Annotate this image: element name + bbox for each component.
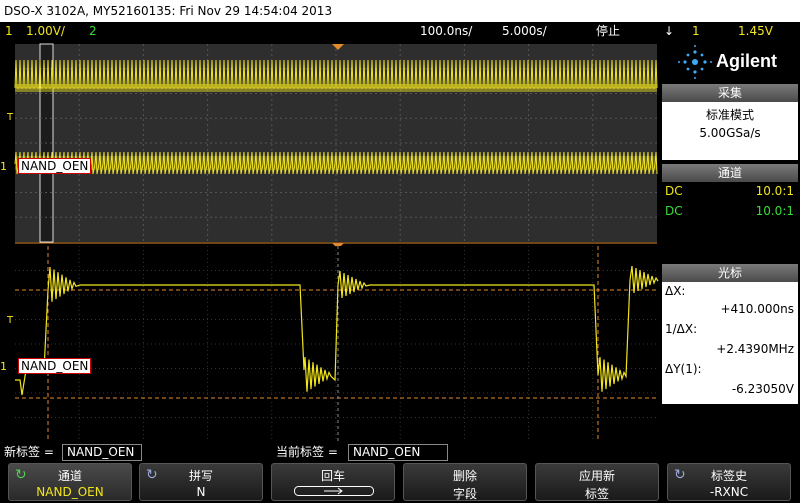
ground-marker-lower: 1 bbox=[0, 360, 7, 373]
softkey-delete-label: 删除 bbox=[452, 469, 477, 483]
softkey-enter-label: 回车 bbox=[320, 469, 345, 483]
overview-trace-band bbox=[15, 156, 657, 170]
current-label-caption: 当前标签 = bbox=[276, 445, 338, 459]
softkey-channel-value: NAND_OEN bbox=[36, 485, 104, 499]
softkey-spell-label: 拼写 bbox=[188, 469, 213, 483]
softkey-spell-value: N bbox=[196, 485, 206, 499]
channel-section: DC 10.0:1 DC 10.0:1 bbox=[662, 182, 798, 224]
ch1-number[interactable]: 1 bbox=[5, 22, 13, 40]
trigger-edge-icon: ↓ bbox=[664, 24, 675, 38]
softkey-delete-field[interactable]: 删除 字段 bbox=[403, 463, 527, 501]
current-label-field: NAND_OEN bbox=[348, 444, 448, 461]
acquire-rate: 5.00GSa/s bbox=[699, 126, 761, 140]
cursor-section: ΔX: +410.000ns 1/ΔX: +2.4390MHz ΔY(1): -… bbox=[662, 282, 798, 404]
delta-x-value: +410.000ns bbox=[720, 302, 794, 316]
agilent-spark-icon bbox=[678, 45, 712, 79]
softkey-history-label: 标签史 bbox=[710, 469, 747, 483]
ch2-probe: 10.0:1 bbox=[755, 204, 794, 218]
ch2-coupling: DC bbox=[665, 204, 683, 218]
trigger-level-marker-lower: T bbox=[6, 315, 14, 326]
channel-header[interactable]: 通道 bbox=[662, 164, 798, 182]
waveform-canvas[interactable]: T T 1 1 bbox=[0, 40, 660, 442]
inv-delta-x-label: 1/ΔX: bbox=[665, 322, 698, 336]
acquire-mode: 标准模式 bbox=[705, 108, 754, 122]
softkey-enter[interactable]: 回车 bbox=[271, 463, 395, 501]
delta-y-value: -6.23050V bbox=[731, 382, 794, 396]
cursor-header[interactable]: 光标 bbox=[662, 264, 798, 282]
run-state: 停止 bbox=[596, 24, 621, 38]
trigger-level-marker-upper: T bbox=[6, 112, 14, 123]
lower-trace-label[interactable]: NAND_OEN bbox=[18, 358, 92, 374]
trigger-level: 1.45V bbox=[738, 24, 773, 38]
softkey-apply-line1: 应用新 bbox=[578, 469, 615, 483]
acquire-section: 标准模式 5.00GSa/s bbox=[662, 102, 798, 160]
left-margin bbox=[0, 40, 14, 442]
arrow-right-icon bbox=[294, 486, 374, 496]
softkey-apply-line2: 标签 bbox=[584, 487, 609, 501]
window-title: DSO-X 3102A, MY52160135: Fri Nov 29 14:5… bbox=[0, 0, 800, 22]
waveform-display[interactable]: T T 1 1 NAND_OEN NAND_OEN bbox=[0, 40, 660, 442]
new-label-caption: 新标签 = bbox=[4, 445, 54, 459]
logo-text: Agilent bbox=[716, 51, 777, 71]
softkey-spell[interactable]: ↻ 拼写 N bbox=[139, 463, 263, 501]
overview-trace-band bbox=[15, 84, 657, 92]
softkey-channel-label: 通道 bbox=[57, 469, 82, 483]
delta-x-label: ΔX: bbox=[665, 284, 686, 298]
softkey-bar: ↻ 通道 NAND_OEN ↻ 拼写 N 回车 删除 字段 应用新 标签 ↻ 标… bbox=[0, 462, 800, 503]
ch1-coupling: DC bbox=[665, 184, 683, 198]
logo: Agilent bbox=[660, 40, 800, 84]
ch1-scale[interactable]: 1.00V/ bbox=[26, 22, 65, 40]
softkey-delete-value: 字段 bbox=[452, 487, 477, 501]
status-bar: 1 1.00V/ 2 100.0ns/ 5.000s/ 停止 ↓ 1 1.45V bbox=[0, 22, 800, 40]
acquire-header[interactable]: 采集 bbox=[662, 84, 798, 102]
softkey-apply-label[interactable]: 应用新 标签 bbox=[535, 463, 659, 501]
delta-y-label: ΔY(1): bbox=[665, 362, 702, 376]
inv-delta-x-value: +2.4390MHz bbox=[716, 342, 794, 356]
time-scale[interactable]: 100.0ns/ bbox=[420, 22, 472, 40]
ch1-probe: 10.0:1 bbox=[755, 184, 794, 198]
upper-trace-label[interactable]: NAND_OEN bbox=[18, 158, 92, 174]
ground-marker-upper: 1 bbox=[0, 160, 7, 173]
new-label-field[interactable]: NAND_OEN bbox=[62, 444, 142, 461]
time-delay[interactable]: 5.000s/ bbox=[502, 22, 547, 40]
softkey-label-history[interactable]: ↻ 标签史 -RXNC bbox=[667, 463, 791, 501]
side-panel: Agilent 采集 标准模式 5.00GSa/s 通道 DC 10.0:1 D… bbox=[660, 40, 800, 442]
softkey-history-value: -RXNC bbox=[709, 485, 749, 499]
ch2-number[interactable]: 2 bbox=[89, 22, 97, 40]
trigger-channel: 1 bbox=[692, 24, 700, 38]
label-bar: 新标签 = NAND_OEN 当前标签 = NAND_OEN bbox=[0, 442, 800, 462]
softkey-channel[interactable]: ↻ 通道 NAND_OEN bbox=[8, 463, 132, 501]
